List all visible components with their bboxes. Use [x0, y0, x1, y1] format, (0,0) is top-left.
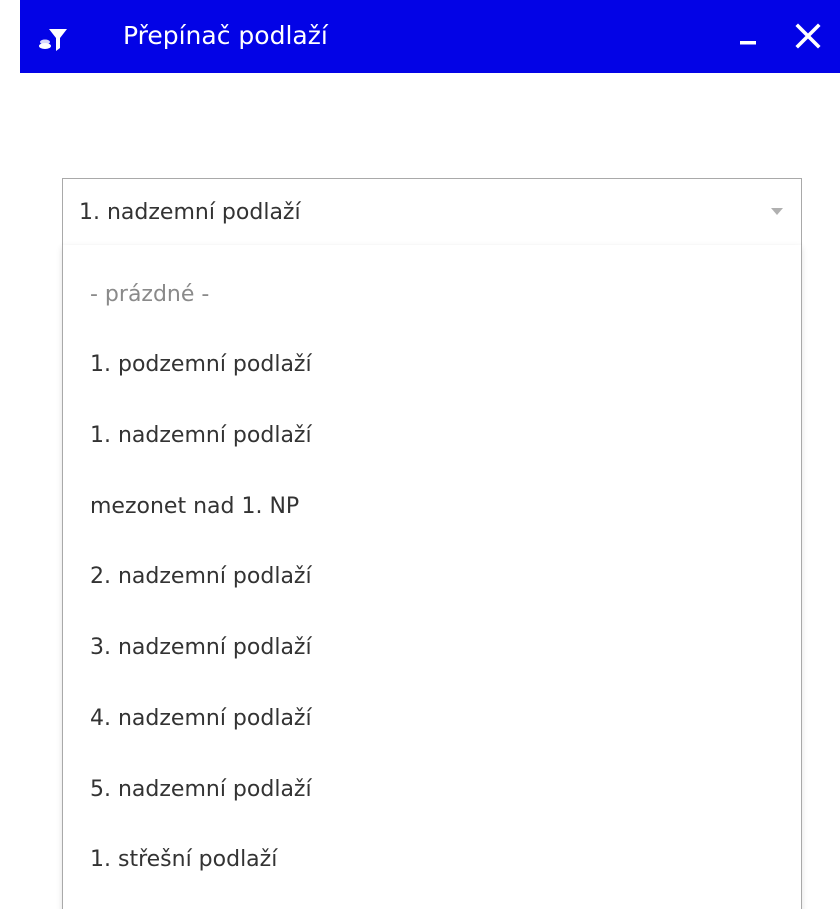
minimize-button[interactable]: [730, 14, 766, 58]
floor-option[interactable]: 3. nadzemní podlaží: [63, 615, 801, 681]
close-icon: [795, 23, 821, 49]
floor-option[interactable]: 1. střešní podlaží: [63, 827, 801, 893]
floor-filter-icon: [38, 26, 68, 52]
floor-switcher-panel: Přepínač podlaží 1. nadzemní podlaží - p…: [0, 0, 840, 909]
floor-select-dropdown: - prázdné - 1. podzemní podlaží 1. nadze…: [62, 245, 802, 909]
floor-option[interactable]: 1. podzemní podlaží: [63, 332, 801, 398]
floor-option[interactable]: mezonet nad 1. NP: [63, 474, 801, 540]
floor-option-empty[interactable]: - prázdné -: [63, 262, 801, 328]
floor-option[interactable]: 5. nadzemní podlaží: [63, 757, 801, 823]
floor-option[interactable]: 1. nadzemní podlaží: [63, 403, 801, 469]
chevron-down-icon[interactable]: [771, 208, 783, 215]
close-button[interactable]: [790, 14, 826, 58]
floor-option[interactable]: 4. nadzemní podlaží: [63, 686, 801, 752]
floor-option[interactable]: 2. nadzemní podlaží: [63, 544, 801, 610]
floor-select[interactable]: 1. nadzemní podlaží: [62, 178, 802, 246]
minimize-icon: [740, 41, 756, 45]
floor-select-value: 1. nadzemní podlaží: [79, 200, 301, 225]
window-titlebar: Přepínač podlaží: [20, 0, 840, 73]
window-title: Přepínač podlaží: [123, 21, 328, 50]
